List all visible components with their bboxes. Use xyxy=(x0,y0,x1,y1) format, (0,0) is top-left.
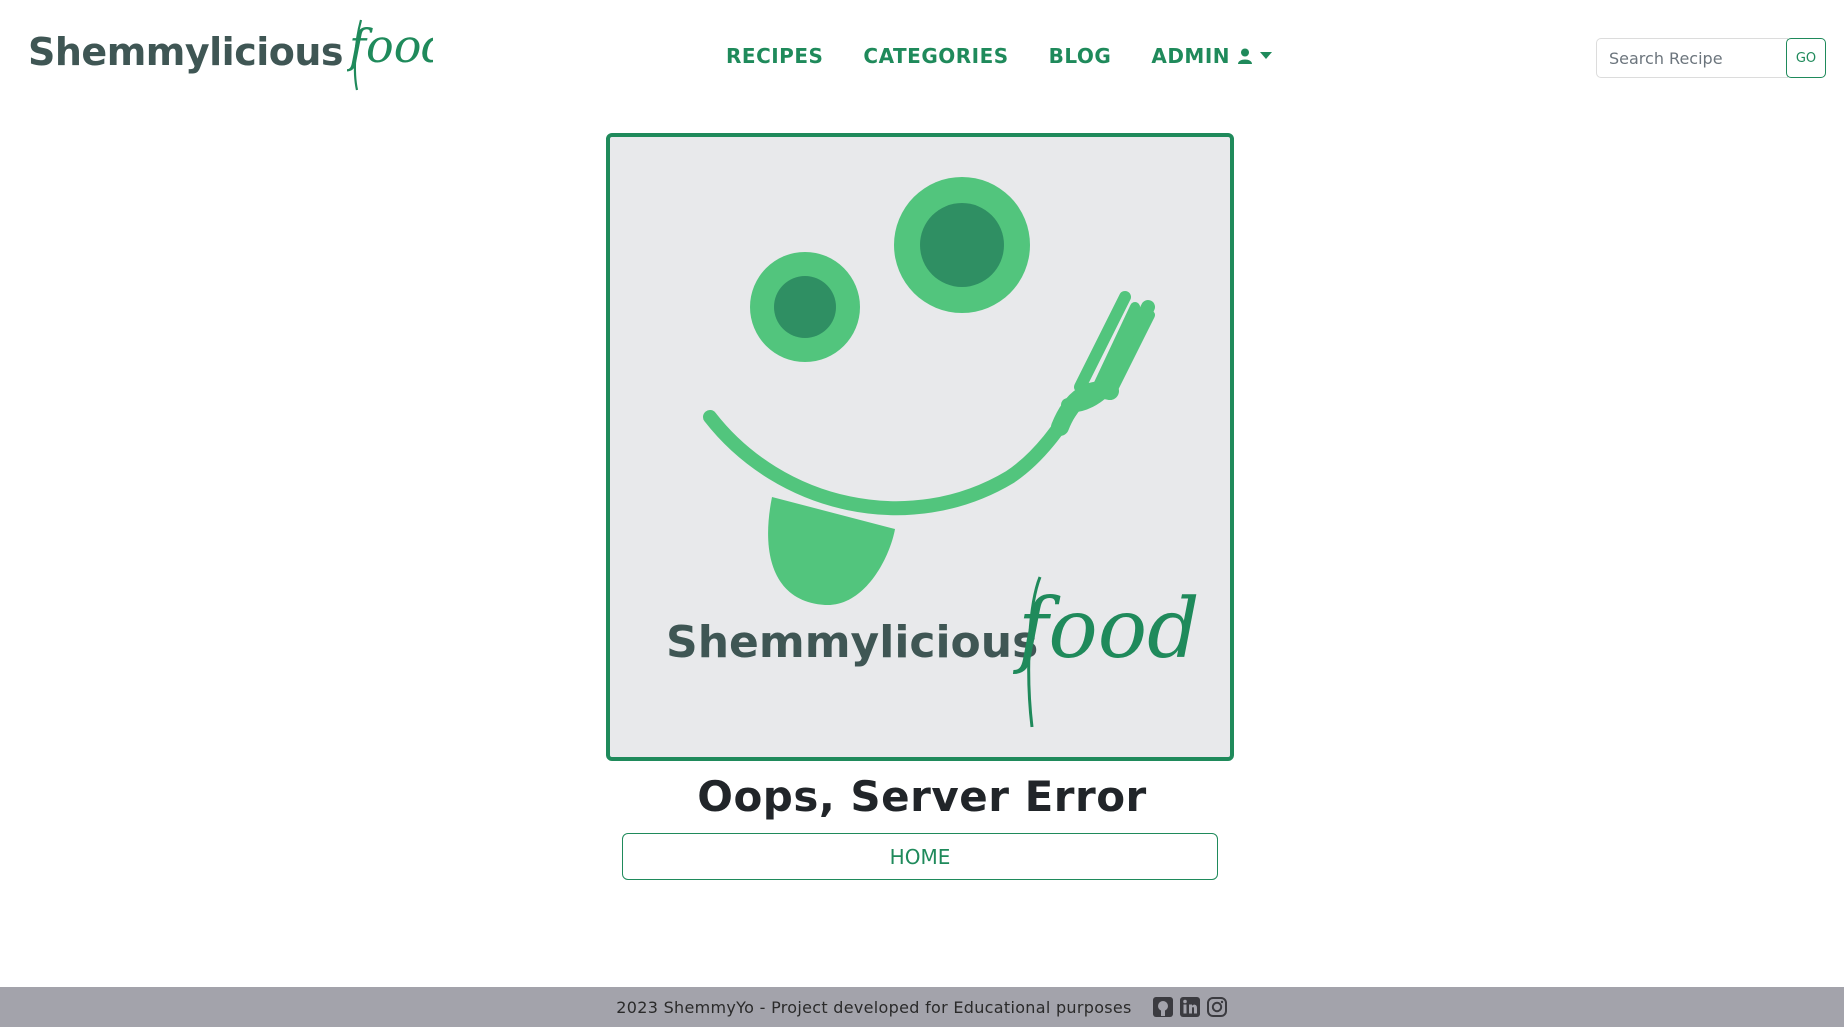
search-form: GO xyxy=(1596,38,1826,78)
search-input[interactable] xyxy=(1596,38,1788,78)
error-title: Oops, Server Error xyxy=(697,772,1147,821)
chevron-down-icon xyxy=(1260,52,1273,60)
linkedin-icon[interactable] xyxy=(1179,996,1201,1018)
nav-blog[interactable]: BLOG xyxy=(1049,44,1112,68)
footer-social-icons xyxy=(1152,996,1228,1018)
search-go-button[interactable]: GO xyxy=(1786,38,1826,78)
brand-word: Shemmylicious xyxy=(28,30,344,74)
nav-admin-label: ADMIN xyxy=(1151,44,1231,68)
instagram-icon[interactable] xyxy=(1206,996,1228,1018)
nav-admin-dropdown[interactable]: ADMIN xyxy=(1151,44,1273,68)
svg-text:food: food xyxy=(1012,582,1200,677)
footer-text: 2023 ShemmyYo - Project developed for Ed… xyxy=(616,997,1132,1017)
brand-script-logo: food xyxy=(346,12,451,98)
nav-recipes[interactable]: RECIPES xyxy=(726,44,823,68)
nav-categories[interactable]: CATEGORIES xyxy=(863,44,1008,68)
footer: 2023 ShemmyYo - Project developed for Ed… xyxy=(0,987,1844,1027)
main-nav: RECIPES CATEGORIES BLOG ADMIN xyxy=(726,44,1273,68)
home-button[interactable]: HOME xyxy=(622,833,1218,880)
github-icon[interactable] xyxy=(1152,996,1174,1018)
svg-text:Shemmylicious: Shemmylicious xyxy=(666,617,1038,668)
brand-logo-link[interactable]: Shemmylicious food xyxy=(28,12,451,94)
error-logo-image: Shemmylicious food xyxy=(606,133,1234,761)
user-icon xyxy=(1238,48,1253,64)
